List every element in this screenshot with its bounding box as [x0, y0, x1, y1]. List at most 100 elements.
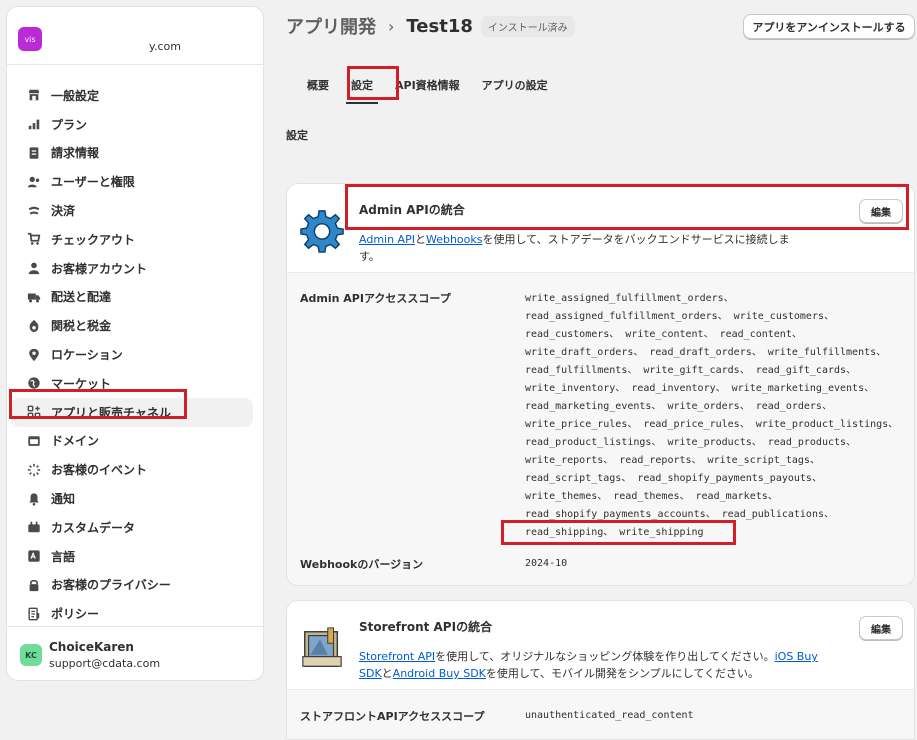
admin-api-card-header: Admin APIの統合 編集 Admin APIとWebhooksを使用して、…	[287, 184, 914, 272]
truck-icon	[26, 289, 42, 305]
sidebar-item-label: お客様アカウント	[51, 261, 148, 276]
sidebar-item-label: アプリと販売チャネル	[51, 405, 171, 420]
custom-data-icon	[26, 519, 42, 535]
store-header[interactable]: vis y.com	[7, 7, 263, 65]
sidebar-item-custom-data[interactable]: カスタムデータ	[11, 513, 253, 542]
tab-overview[interactable]: 概要	[296, 70, 340, 98]
user-account[interactable]: KC ChoiceKaren support@cdata.com	[7, 626, 263, 682]
scope-line: read_shopify_payments_accounts、 read_pub…	[525, 509, 834, 520]
storefront-api-details: ストアフロントAPIアクセススコープ unauthenticated_read_…	[287, 689, 914, 739]
storefront-api-link[interactable]: Storefront API	[359, 650, 435, 663]
apps-icon	[26, 404, 42, 420]
tab-settings[interactable]: 設定	[340, 70, 384, 104]
storefront-api-title: Storefront APIの統合	[359, 620, 493, 634]
payment-icon	[26, 203, 42, 219]
store-domain: y.com	[149, 40, 181, 53]
sidebar-item-apps[interactable]: アプリと販売チャネル	[11, 397, 253, 427]
scope-line: write_reports、 read_reports、 write_scrip…	[525, 455, 820, 466]
webhooks-link[interactable]: Webhooks	[426, 233, 483, 246]
location-icon	[26, 347, 42, 363]
storefront-api-card-header: Storefront APIの統合 編集 Storefront APIを使用して…	[287, 601, 914, 689]
scope-line: write_price_rules、 read_price_rules、 wri…	[525, 419, 899, 430]
section-heading: 設定	[286, 129, 308, 142]
settings-sidebar: vis y.com 一般設定 プラン 請求情報 ユーザーと権限 決済 チェックア…	[6, 6, 264, 681]
user-avatar: KC	[20, 644, 42, 666]
sidebar-item-shipping[interactable]: 配送と配達	[11, 283, 253, 312]
admin-api-details: Admin APIアクセススコープ write_assigned_fulfill…	[287, 272, 914, 585]
breadcrumb: アプリ開発 › Test18 インストール済み	[286, 14, 575, 38]
lock-icon	[26, 577, 42, 593]
policy-icon	[26, 606, 42, 622]
sidebar-item-label: 言語	[51, 549, 76, 564]
sidebar-item-label: 関税と税金	[51, 319, 112, 334]
sidebar-item-markets[interactable]: マーケット	[11, 369, 253, 398]
receipt-icon	[26, 145, 42, 161]
tab-api-credentials[interactable]: API資格情報	[384, 70, 471, 98]
sidebar-item-policies[interactable]: ポリシー	[11, 599, 253, 628]
breadcrumb-parent-link[interactable]: アプリ開発	[286, 13, 376, 39]
uninstall-app-button[interactable]: アプリをアンインストールする	[743, 14, 915, 39]
scope-line: write_assigned_fulfillment_orders、	[525, 293, 734, 304]
storefront-scopes-value: unauthenticated_read_content	[525, 710, 694, 721]
bell-icon	[26, 491, 42, 507]
tax-icon	[26, 318, 42, 334]
sidebar-item-label: マーケット	[51, 376, 112, 391]
sidebar-item-label: ドメイン	[51, 434, 100, 449]
user-email: support@cdata.com	[49, 657, 161, 670]
sidebar-item-payments[interactable]: 決済	[11, 196, 253, 225]
sidebar-item-languages[interactable]: 言語	[11, 542, 253, 571]
gear-icon	[300, 210, 344, 253]
admin-api-title: Admin APIの統合	[359, 203, 465, 217]
store-icon	[26, 87, 42, 103]
admin-api-description: Admin APIとWebhooksを使用して、ストアデータをバックエンドサービ…	[359, 233, 790, 263]
sidebar-item-domains[interactable]: ドメイン	[11, 427, 253, 456]
globe-icon	[26, 375, 42, 391]
chevron-right-icon: ›	[388, 16, 395, 36]
sidebar-item-billing[interactable]: 請求情報	[11, 139, 253, 168]
sidebar-item-checkout[interactable]: チェックアウト	[11, 225, 253, 254]
events-icon	[26, 462, 42, 478]
storefront-api-edit-button[interactable]: 編集	[859, 616, 903, 640]
storefront-scopes-label: ストアフロントAPIアクセススコープ	[300, 710, 485, 723]
cart-icon	[26, 231, 42, 247]
sidebar-item-label: お客様のイベント	[51, 463, 148, 478]
sidebar-item-taxes[interactable]: 関税と税金	[11, 311, 253, 340]
sidebar-item-plan[interactable]: プラン	[11, 110, 253, 139]
tab-bar: 概要 設定 API資格情報 アプリの設定	[296, 70, 559, 104]
sidebar-item-customer-accounts[interactable]: お客様アカウント	[11, 254, 253, 283]
admin-api-link[interactable]: Admin API	[359, 233, 415, 246]
sidebar-item-label: ロケーション	[51, 348, 123, 363]
sidebar-item-customer-privacy[interactable]: お客様のプライバシー	[11, 571, 253, 600]
sidebar-item-label: 一般設定	[51, 88, 100, 103]
sidebar-item-general[interactable]: 一般設定	[11, 81, 253, 110]
sidebar-item-locations[interactable]: ロケーション	[11, 340, 253, 369]
sidebar-item-label: 決済	[51, 204, 76, 219]
storefront-icon	[302, 627, 342, 667]
scope-line: read_fulfillments、 write_gift_cards、 rea…	[525, 365, 857, 376]
sidebar-item-users[interactable]: ユーザーと権限	[11, 167, 253, 196]
scope-line: read_marketing_events、 write_orders、 rea…	[525, 401, 832, 412]
admin-api-edit-button[interactable]: 編集	[859, 199, 903, 223]
storefront-api-card: Storefront APIの統合 編集 Storefront APIを使用して…	[286, 600, 915, 740]
sidebar-item-label: プラン	[51, 117, 88, 132]
sidebar-item-label: ユーザーと権限	[51, 175, 135, 190]
tab-app-settings[interactable]: アプリの設定	[471, 70, 559, 98]
sidebar-item-label: カスタムデータ	[51, 520, 136, 535]
android-buy-sdk-link[interactable]: Android Buy SDK	[393, 667, 486, 680]
admin-api-card: Admin APIの統合 編集 Admin APIとWebhooksを使用して、…	[286, 183, 915, 586]
chart-icon	[26, 116, 42, 132]
scope-line: read_product_listings、 write_products、 r…	[525, 437, 857, 448]
admin-api-scopes-list: write_assigned_fulfillment_orders、 read_…	[525, 290, 899, 542]
language-icon	[26, 548, 42, 564]
scope-line: read_shipping、 write_shipping	[525, 527, 704, 538]
webhook-version-label: Webhookのバージョン	[300, 558, 424, 571]
sidebar-item-label: 請求情報	[51, 146, 100, 161]
scope-line: read_script_tags、 read_shopify_payments_…	[525, 473, 822, 484]
sidebar-item-customer-events[interactable]: お客様のイベント	[11, 455, 253, 484]
sidebar-item-label: チェックアウト	[51, 232, 136, 247]
sidebar-item-notifications[interactable]: 通知	[11, 484, 253, 513]
users-icon	[26, 174, 42, 190]
sidebar-item-label: お客様のプライバシー	[51, 578, 171, 593]
redacted-store-name	[49, 21, 149, 43]
user-name: ChoiceKaren	[49, 640, 134, 654]
